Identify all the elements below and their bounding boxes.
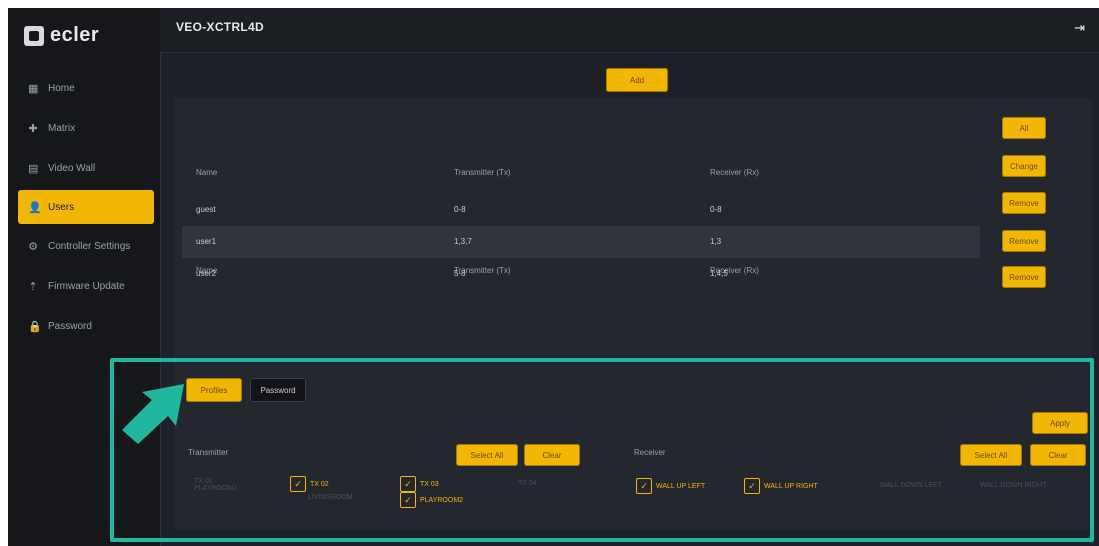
row-name: user1: [196, 237, 217, 246]
sidebar-item-users[interactable]: 👤 Users: [18, 190, 154, 224]
add-user-button[interactable]: Add: [606, 68, 668, 92]
all-button[interactable]: All: [1002, 117, 1046, 139]
row-tx: 1,3,7: [454, 237, 472, 246]
logo-text: ecler: [50, 24, 100, 46]
sidebar-item-home[interactable]: ▦ Home: [18, 70, 154, 106]
video-wall-icon: ▤: [28, 162, 39, 175]
page-title: VEO-XCTRL4D: [176, 20, 264, 34]
row-tx: 5-8: [454, 269, 466, 278]
sidebar-item-label: Users: [48, 201, 75, 213]
brand-logo: ecler: [24, 24, 99, 47]
sidebar-item-label: Video Wall: [48, 162, 96, 174]
lock-icon: 🔒: [28, 320, 42, 333]
sidebar-item-label: Matrix: [48, 122, 76, 134]
column-header-transmitter: Transmitter (Tx): [454, 168, 511, 177]
highlight-annotation-box: [110, 358, 1094, 542]
gear-icon: ⚙: [28, 240, 38, 253]
sidebar-item-matrix[interactable]: ✚ Matrix: [18, 110, 154, 146]
change-button[interactable]: Change: [1002, 155, 1046, 177]
row-name: user2: [196, 269, 217, 278]
logo-mark-icon: [24, 25, 44, 46]
row-rx: 0-8: [710, 205, 722, 214]
row-rx: 1,4,5: [710, 269, 728, 278]
column-header-receiver: Receiver (Rx): [710, 168, 759, 177]
remove-button-user1[interactable]: Remove: [1002, 230, 1046, 252]
sidebar-item-label: Controller Settings: [48, 240, 131, 252]
sidebar-nav: ▦ Home ✚ Matrix ▤ Video Wall 👤 Users ⚙ C…: [18, 70, 154, 348]
table-row[interactable]: guest 0-8 0-8: [182, 194, 980, 226]
table-row[interactable]: user2 5-8 1,4,5: [182, 258, 980, 290]
remove-button-guest[interactable]: Remove: [1002, 192, 1046, 214]
sidebar-item-label: Firmware Update: [48, 280, 125, 292]
user-icon: 👤: [28, 201, 42, 214]
sidebar-item-controller-settings[interactable]: ⚙ Controller Settings: [18, 228, 154, 264]
top-header: VEO-XCTRL4D ⇥: [160, 8, 1099, 53]
sidebar-item-video-wall[interactable]: ▤ Video Wall: [18, 150, 154, 186]
row-rx: 1,3: [710, 237, 722, 246]
remove-button-user2[interactable]: Remove: [1002, 266, 1046, 288]
matrix-icon: ✚: [28, 122, 38, 135]
pointer-arrow-icon: [122, 384, 184, 444]
sidebar-item-firmware-update[interactable]: ⇡ Firmware Update: [18, 268, 154, 304]
row-name: guest: [196, 205, 216, 214]
home-icon: ▦: [28, 82, 39, 95]
sidebar-item-label: Password: [48, 320, 92, 332]
sidebar-item-label: Home: [48, 82, 75, 94]
column-header-name: Name: [196, 168, 218, 177]
upload-icon: ⇡: [28, 280, 38, 293]
row-tx: 0-8: [454, 205, 466, 214]
sidebar-item-password[interactable]: 🔒 Password: [18, 308, 154, 344]
logout-icon[interactable]: ⇥: [1074, 20, 1085, 36]
table-row[interactable]: user1 1,3,7 1,3: [182, 226, 980, 258]
